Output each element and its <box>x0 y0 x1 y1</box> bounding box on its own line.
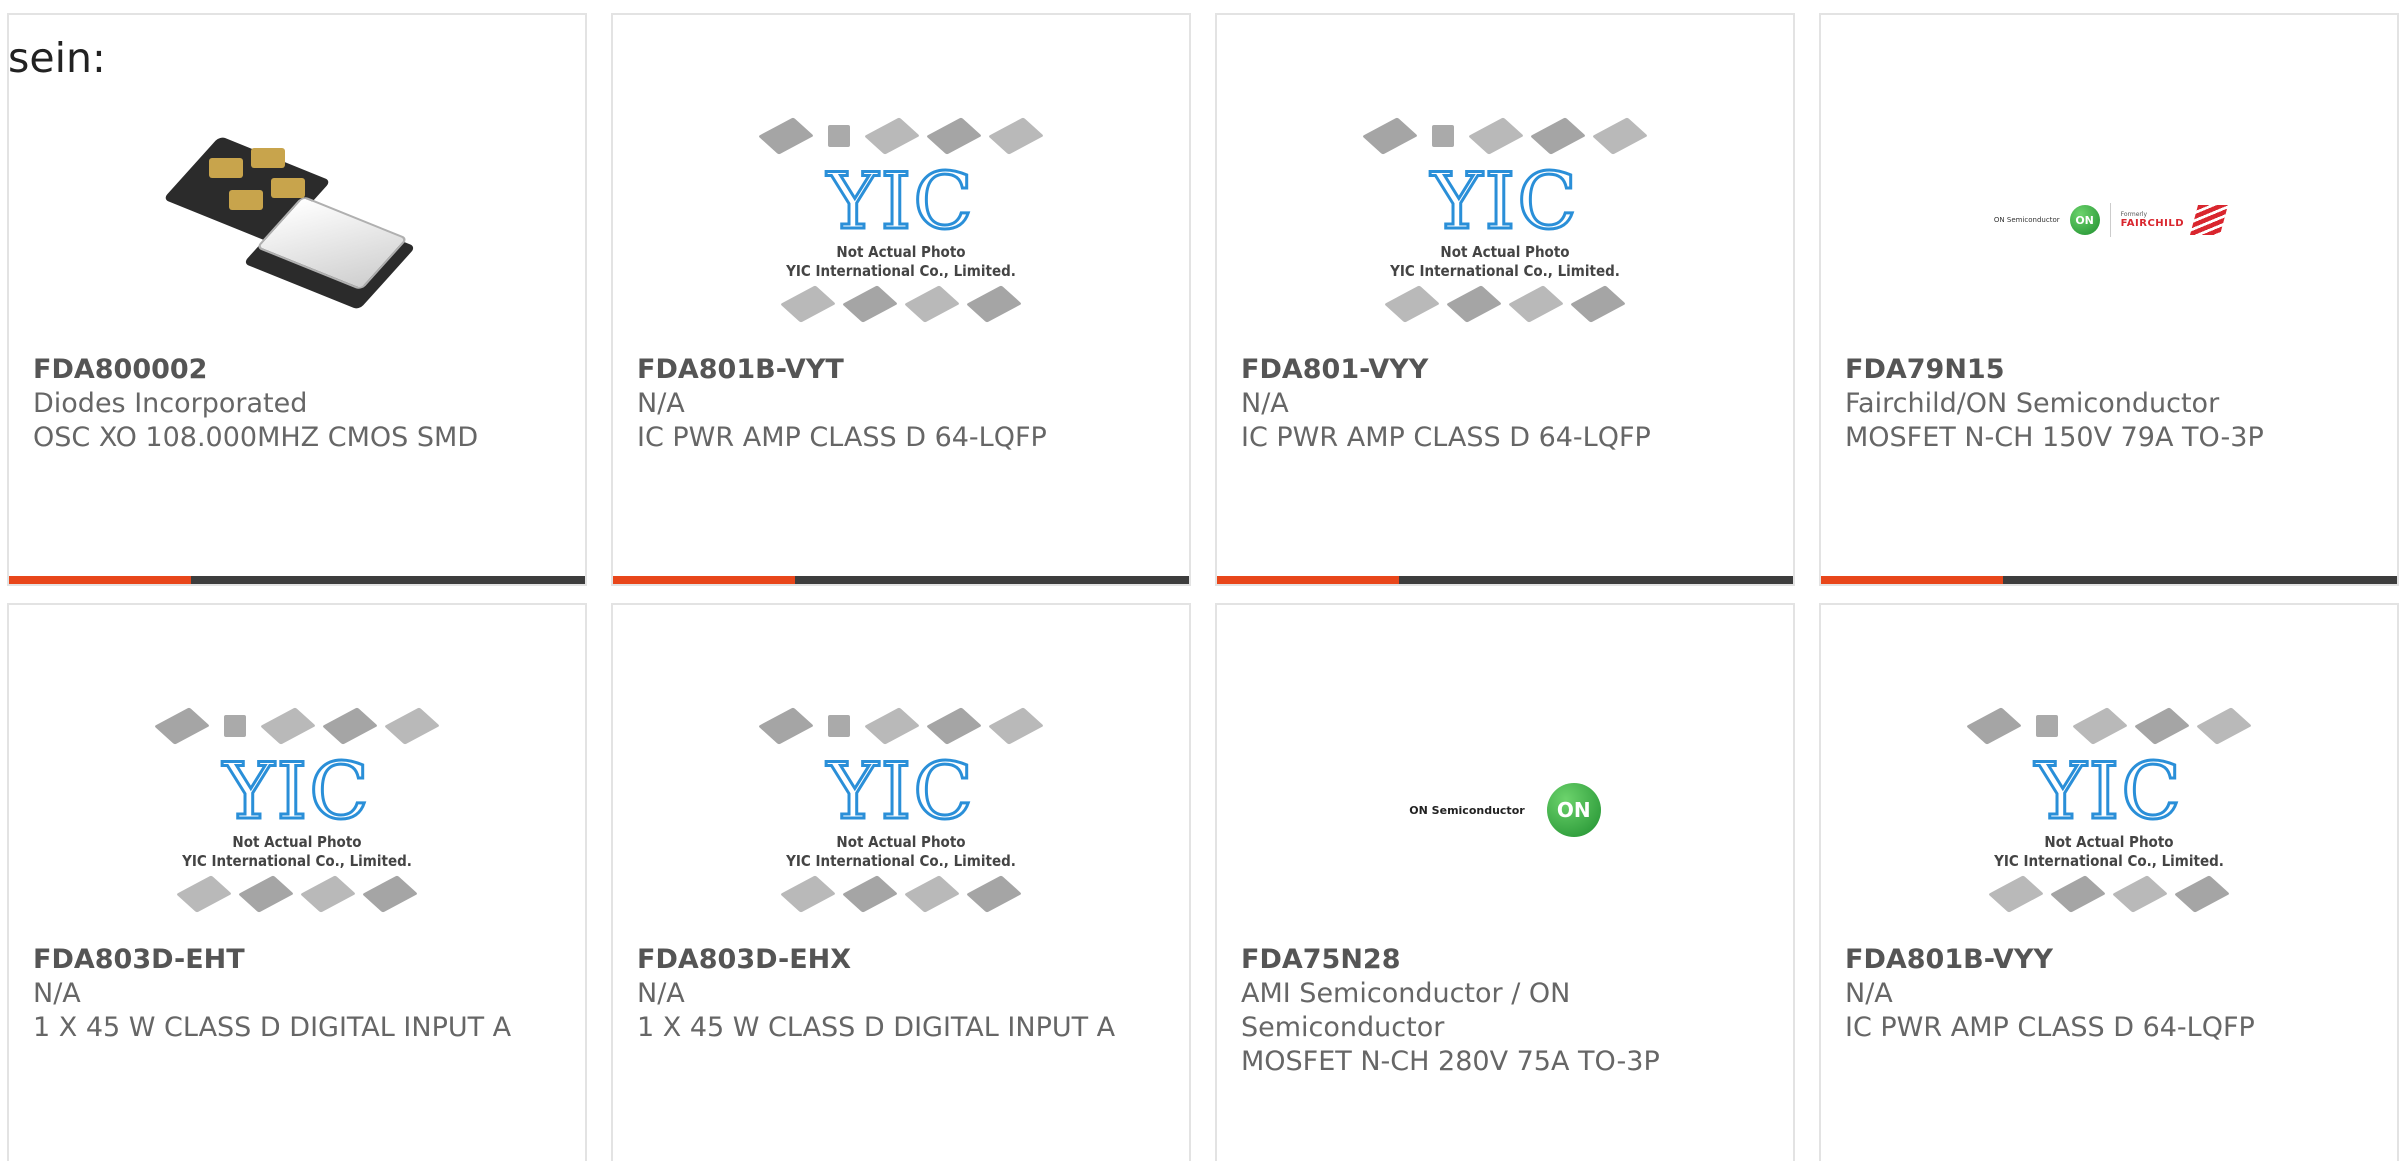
product-image[interactable] <box>9 75 585 365</box>
manufacturer: N/A <box>637 978 685 1009</box>
fairchild-wordmark: Formerly FAIRCHILD <box>2120 211 2185 229</box>
part-number[interactable]: FDA801B-VYY <box>1845 943 2377 977</box>
product-card[interactable]: YIC Not Actual Photo YIC International C… <box>1819 603 2399 1161</box>
yic-placeholder-image: YIC Not Actual Photo YIC International C… <box>1362 113 1648 327</box>
card-accent-bar <box>1217 576 1793 584</box>
placeholder-company: YIC International Co., Limited. <box>786 852 1016 870</box>
page: FDA800002 Diodes Incorporated OSC XO 108… <box>0 0 2400 1161</box>
product-image[interactable]: YIC Not Actual Photo YIC International C… <box>613 665 1189 955</box>
part-number[interactable]: FDA79N15 <box>1845 353 2377 387</box>
part-number[interactable]: FDA803D-EHX <box>637 943 1169 977</box>
on-semiconductor-wordmark: ON Semiconductor <box>1409 803 1525 817</box>
product-image[interactable]: YIC Not Actual Photo YIC International C… <box>9 665 585 955</box>
description: IC PWR AMP CLASS D 64-LQFP <box>637 422 1047 453</box>
manufacturer: AMI Semiconductor / ON Semiconductor <box>1241 978 1571 1043</box>
yic-logo: YIC <box>826 157 975 247</box>
card-accent-bar <box>613 576 1189 584</box>
placeholder-caption: Not Actual Photo <box>836 243 966 261</box>
placeholder-company: YIC International Co., Limited. <box>1994 852 2224 870</box>
product-card[interactable]: ON Semiconductor ON Formerly FAIRCHILD F… <box>1819 13 2399 586</box>
intro-text: sein: <box>8 34 106 82</box>
placeholder-company: YIC International Co., Limited. <box>786 262 1016 280</box>
placeholder-caption: Not Actual Photo <box>836 833 966 851</box>
placeholder-caption: Not Actual Photo <box>1440 243 1570 261</box>
manufacturer: N/A <box>637 388 685 419</box>
description: 1 X 45 W CLASS D DIGITAL INPUT A <box>637 1012 1116 1043</box>
on-semi-logo: ON Semiconductor ON <box>1409 783 1601 837</box>
fairchild-on-logo: ON Semiconductor ON Formerly FAIRCHILD <box>1993 203 2229 237</box>
manufacturer: Diodes Incorporated <box>33 388 308 419</box>
yic-placeholder-image: YIC Not Actual Photo YIC International C… <box>154 703 440 917</box>
product-card[interactable]: YIC Not Actual Photo YIC International C… <box>611 603 1191 1161</box>
yic-logo: YIC <box>2034 747 2183 837</box>
product-image[interactable]: YIC Not Actual Photo YIC International C… <box>613 75 1189 365</box>
on-semiconductor-wordmark: ON Semiconductor <box>1993 216 2060 224</box>
on-logo-icon: ON <box>2069 205 2100 235</box>
description: MOSFET N-CH 150V 79A TO-3P <box>1845 422 2264 453</box>
fairchild-mark-icon <box>2190 205 2229 235</box>
card-accent-bar <box>1821 576 2397 584</box>
manufacturer: N/A <box>1241 388 1289 419</box>
yic-logo: YIC <box>1430 157 1579 247</box>
part-number[interactable]: FDA801B-VYT <box>637 353 1169 387</box>
card-accent-bar <box>9 576 585 584</box>
manufacturer: N/A <box>33 978 81 1009</box>
placeholder-company: YIC International Co., Limited. <box>182 852 412 870</box>
part-number[interactable]: FDA803D-EHT <box>33 943 565 977</box>
product-card[interactable]: YIC Not Actual Photo YIC International C… <box>7 603 587 1161</box>
product-grid: FDA800002 Diodes Incorporated OSC XO 108… <box>7 13 2399 1161</box>
placeholder-caption: Not Actual Photo <box>2044 833 2174 851</box>
placeholder-company: YIC International Co., Limited. <box>1390 262 1620 280</box>
product-image[interactable]: YIC Not Actual Photo YIC International C… <box>1217 75 1793 365</box>
manufacturer: N/A <box>1845 978 1893 1009</box>
description: 1 X 45 W CLASS D DIGITAL INPUT A <box>33 1012 512 1043</box>
part-number[interactable]: FDA75N28 <box>1241 943 1773 977</box>
yic-placeholder-image: YIC Not Actual Photo YIC International C… <box>758 703 1044 917</box>
manufacturer: Fairchild/ON Semiconductor <box>1845 388 2220 419</box>
yic-placeholder-image: YIC Not Actual Photo YIC International C… <box>758 113 1044 327</box>
placeholder-caption: Not Actual Photo <box>232 833 362 851</box>
yic-placeholder-image: YIC Not Actual Photo YIC International C… <box>1966 703 2252 917</box>
yic-logo: YIC <box>826 747 975 837</box>
product-image[interactable]: ON Semiconductor ON <box>1217 665 1793 955</box>
part-number[interactable]: FDA801-VYY <box>1241 353 1773 387</box>
on-logo-icon: ON <box>1546 783 1601 837</box>
description: IC PWR AMP CLASS D 64-LQFP <box>1241 422 1651 453</box>
product-image[interactable]: ON Semiconductor ON Formerly FAIRCHILD <box>1821 75 2397 365</box>
description: IC PWR AMP CLASS D 64-LQFP <box>1845 1012 2255 1043</box>
description: MOSFET N-CH 280V 75A TO-3P <box>1241 1046 1660 1077</box>
description: OSC XO 108.000MHZ CMOS SMD <box>33 422 479 453</box>
product-card[interactable]: YIC Not Actual Photo YIC International C… <box>1215 13 1795 586</box>
product-image[interactable]: YIC Not Actual Photo YIC International C… <box>1821 665 2397 955</box>
oscillator-image <box>162 120 416 320</box>
product-card[interactable]: FDA800002 Diodes Incorporated OSC XO 108… <box>7 13 587 586</box>
product-card[interactable]: ON Semiconductor ON FDA75N28 AMI Semicon… <box>1215 603 1795 1161</box>
logo-divider <box>2109 203 2111 237</box>
product-card[interactable]: YIC Not Actual Photo YIC International C… <box>611 13 1191 586</box>
yic-logo: YIC <box>222 747 371 837</box>
part-number[interactable]: FDA800002 <box>33 353 565 387</box>
